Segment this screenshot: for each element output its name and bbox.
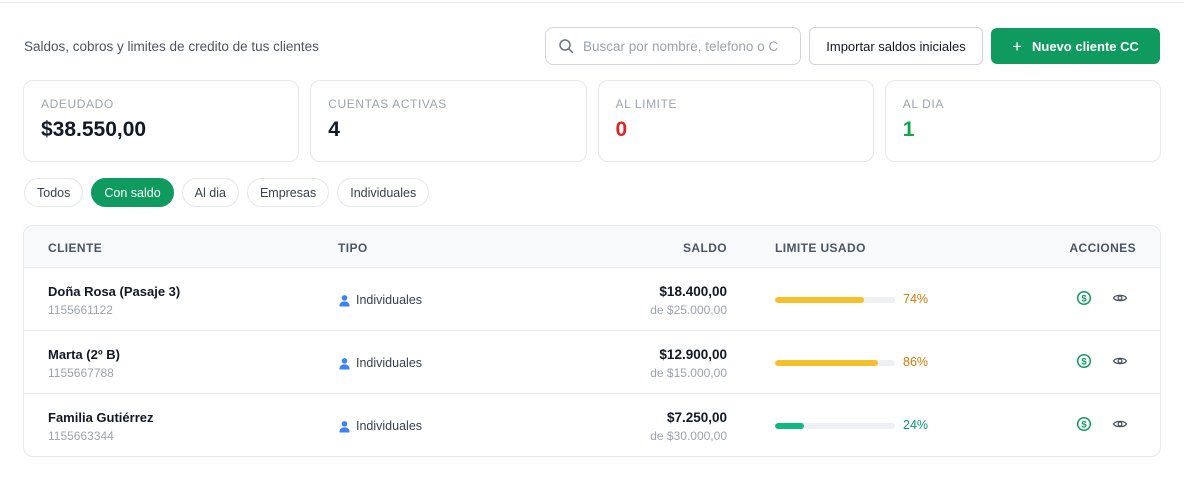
client-type: Individuales — [338, 419, 422, 433]
plus-icon: + — [1012, 36, 1022, 56]
header-limite-usado: LIMITE USADO — [775, 241, 866, 255]
client-phone: 1155663344 — [48, 429, 114, 443]
card-value: 4 — [328, 118, 340, 141]
client-phone: 1155661122 — [48, 303, 113, 317]
card-value: $38.550,00 — [41, 118, 147, 141]
person-icon — [339, 294, 350, 307]
header-saldo: SALDO — [683, 241, 727, 255]
client-phone: 1155667788 — [48, 366, 114, 380]
header-acciones: ACCIONES — [1069, 241, 1136, 255]
eye-icon[interactable] — [1112, 290, 1128, 306]
limit-usage-fill — [775, 423, 804, 429]
card-adeudado: ADEUDADO $38.550,00 — [23, 80, 300, 162]
dollar-icon[interactable]: $ — [1076, 290, 1092, 306]
card-label: ADEUDADO — [41, 97, 114, 111]
table-row[interactable]: Marta (2º B) 1155667788 Individuales $12… — [24, 331, 1160, 394]
client-balance: $12.900,00 — [659, 347, 727, 362]
dollar-icon[interactable]: $ — [1076, 416, 1092, 432]
client-credit-limit: de $15.000,00 — [650, 366, 727, 380]
client-type-label: Individuales — [356, 293, 423, 307]
limit-usage-bar — [775, 360, 895, 366]
filter-todos[interactable]: Todos — [24, 178, 84, 207]
limit-usage-bar — [775, 423, 895, 429]
import-balances-button[interactable]: Importar saldos iniciales — [809, 27, 983, 65]
eye-icon[interactable] — [1112, 416, 1128, 432]
table-row[interactable]: Familia Gutiérrez 1155663344 Individuale… — [24, 394, 1160, 456]
import-balances-label: Importar saldos iniciales — [826, 38, 966, 54]
summary-cards: ADEUDADO $38.550,00 CUENTAS ACTIVAS 4 AL… — [23, 80, 1161, 162]
card-value: 1 — [902, 118, 915, 141]
dollar-icon[interactable]: $ — [1076, 353, 1092, 369]
new-client-label: Nuevo cliente CC — [1032, 38, 1139, 54]
card-label: CUENTAS ACTIVAS — [328, 97, 447, 111]
svg-text:$: $ — [1081, 419, 1087, 430]
card-al-limite: AL LIMITE 0 — [597, 80, 874, 162]
person-icon — [339, 357, 350, 370]
card-value: 0 — [615, 118, 628, 141]
client-name: Marta (2º B) — [48, 347, 120, 362]
client-type: Individuales — [338, 356, 422, 370]
eye-icon[interactable] — [1112, 353, 1128, 369]
card-cuentas-activas: CUENTAS ACTIVAS 4 — [310, 80, 587, 162]
svg-text:$: $ — [1081, 293, 1087, 304]
client-credit-limit: de $25.000,00 — [650, 303, 727, 317]
filter-con-saldo[interactable]: Con saldo — [91, 178, 174, 207]
card-al-dia: AL DIA 1 — [884, 80, 1161, 162]
search-input[interactable] — [583, 38, 783, 54]
client-credit-limit: de $30.000,00 — [650, 429, 727, 443]
header-cliente: CLIENTE — [48, 241, 103, 255]
new-client-button[interactable]: + Nuevo cliente CC — [991, 28, 1160, 64]
client-name: Doña Rosa (Pasaje 3) — [48, 284, 181, 299]
card-label: AL LIMITE — [615, 97, 678, 111]
filter-chips: Todos Con saldo Al dia Empresas Individu… — [24, 178, 430, 207]
page-header: Saldos, cobros y limites de credito de t… — [24, 27, 1160, 65]
top-divider — [0, 2, 1184, 3]
limit-usage-bar — [775, 297, 895, 303]
limit-usage-fill — [775, 360, 879, 366]
client-type-label: Individuales — [356, 419, 423, 433]
filter-al-dia[interactable]: Al dia — [181, 178, 239, 207]
client-balance: $18.400,00 — [659, 284, 727, 299]
limit-usage-percent: 24% — [903, 418, 929, 432]
search-icon — [559, 39, 574, 54]
client-balance: $7.250,00 — [666, 410, 727, 425]
limit-usage-percent: 86% — [903, 355, 929, 369]
client-name: Familia Gutiérrez — [48, 410, 154, 425]
page-subtitle: Saldos, cobros y limites de credito de t… — [24, 38, 319, 54]
client-type-label: Individuales — [356, 356, 423, 370]
clients-table: CLIENTE TIPO SALDO LIMITE USADO ACCIONES… — [23, 225, 1161, 457]
header-tipo: TIPO — [338, 241, 368, 255]
table-header: CLIENTE TIPO SALDO LIMITE USADO ACCIONES — [24, 226, 1160, 268]
limit-usage-percent: 74% — [903, 292, 929, 306]
client-type: Individuales — [338, 293, 422, 307]
filter-individuales[interactable]: Individuales — [337, 178, 430, 207]
table-row[interactable]: Doña Rosa (Pasaje 3) 1155661122 Individu… — [24, 268, 1160, 331]
limit-usage-fill — [775, 297, 864, 303]
svg-text:$: $ — [1081, 356, 1087, 367]
search-box[interactable] — [545, 27, 801, 65]
filter-empresas[interactable]: Empresas — [246, 178, 330, 207]
person-icon — [339, 420, 350, 433]
card-label: AL DIA — [902, 97, 944, 111]
